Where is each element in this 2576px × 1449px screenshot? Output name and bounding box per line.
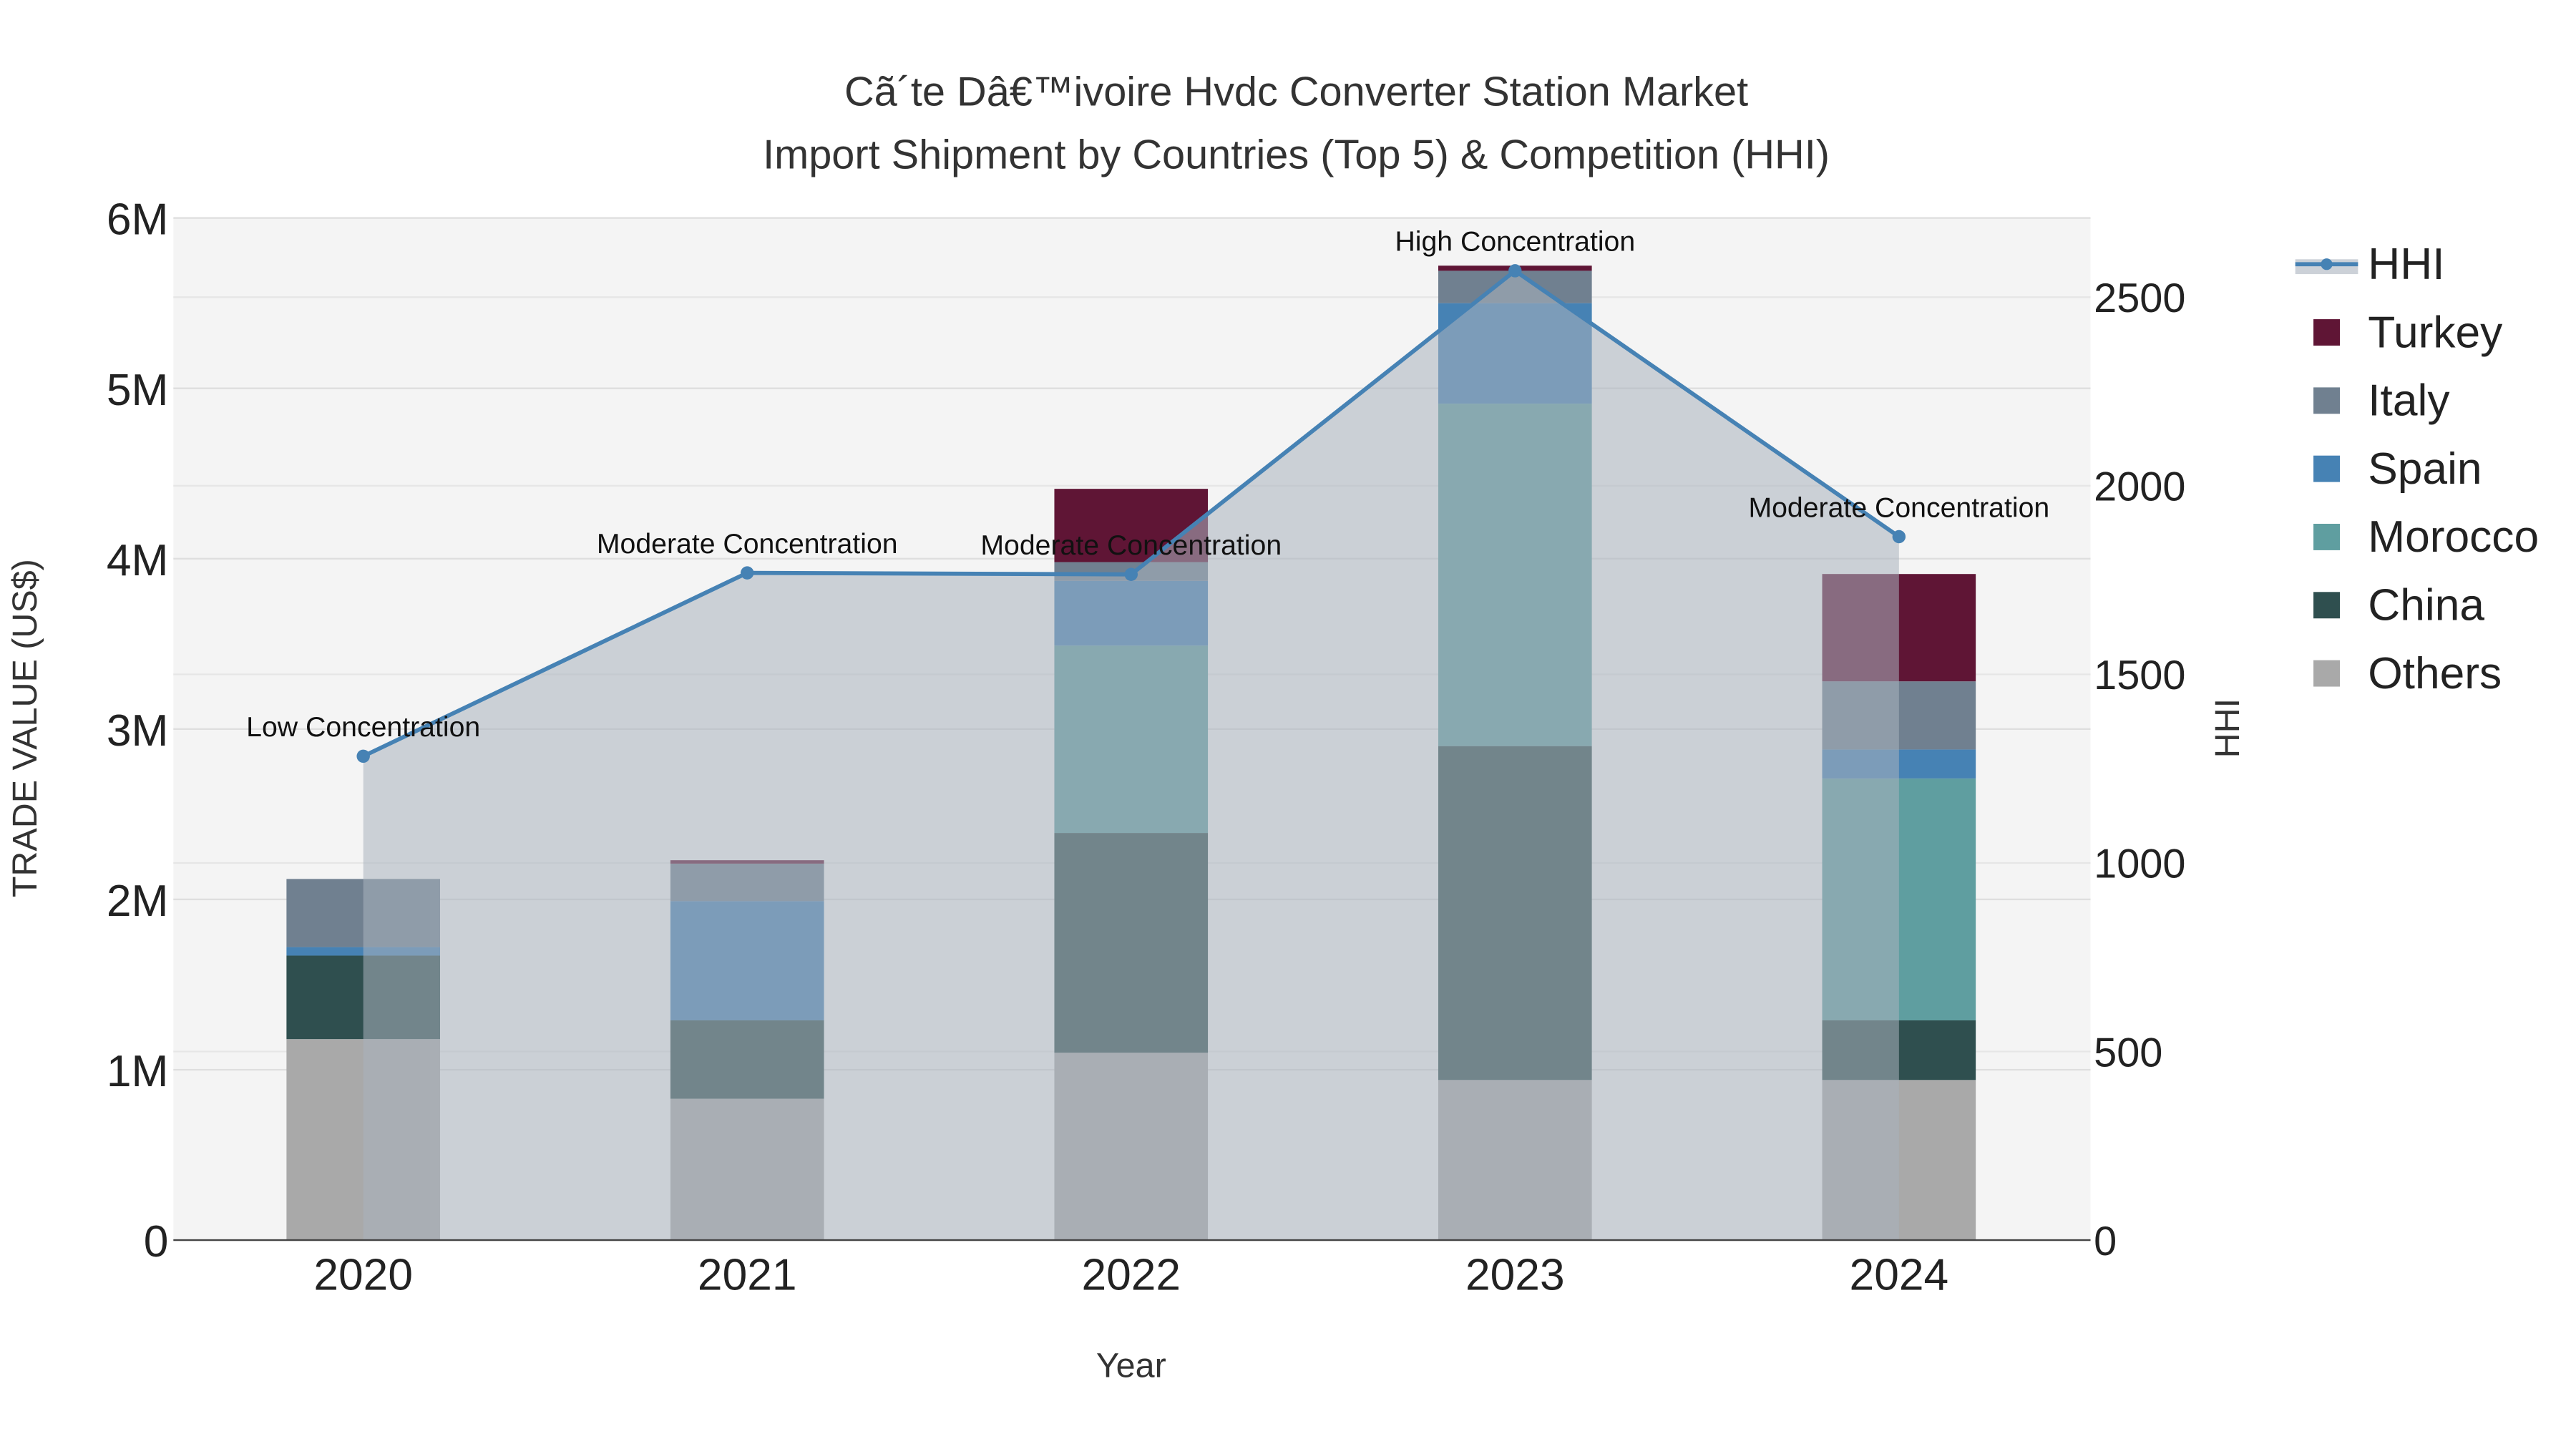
hhi-point-2024: [1892, 530, 1906, 544]
y-tick-label: 2M: [107, 877, 169, 926]
legend-swatch: [2313, 524, 2340, 550]
y2-tick-label: 1500: [2094, 653, 2185, 698]
legend-label: China: [2368, 581, 2484, 630]
hhi-point-2021: [741, 566, 754, 580]
hhi-point-2022: [1124, 567, 1138, 581]
x-tick-label: 2024: [1850, 1250, 1949, 1299]
y2-tick-label: 2500: [2094, 275, 2185, 321]
legend-item-turkey[interactable]: Turkey: [2313, 308, 2503, 357]
hhi-point-2023: [1508, 264, 1522, 278]
x-tick-label: 2021: [698, 1250, 797, 1299]
y-tick-label: 5M: [107, 366, 169, 415]
x-tick-label: 2020: [313, 1250, 413, 1299]
y-tick-label: 0: [144, 1217, 169, 1267]
legend-label: Italy: [2368, 376, 2450, 426]
legend-item-italy[interactable]: Italy: [2313, 376, 2450, 426]
y2-tick-label: 500: [2094, 1030, 2162, 1075]
chart-title: Cã´te Dâ€™ivoire Hvdc Converter Station …: [844, 69, 1748, 115]
y2-axis-label: HHI: [2208, 698, 2247, 758]
x-tick-label: 2023: [1465, 1250, 1565, 1299]
legend-label: Spain: [2368, 444, 2482, 494]
legend-label: Turkey: [2368, 308, 2503, 357]
legend-item-hhi[interactable]: HHI: [2295, 240, 2445, 289]
y-tick-label: 3M: [107, 706, 169, 756]
hhi-annotation: Low Concentration: [246, 711, 480, 743]
hhi-annotation: Moderate Concentration: [597, 528, 898, 560]
hhi-annotation: Moderate Concentration: [980, 530, 1282, 561]
legend-swatch: [2313, 455, 2340, 482]
chart: Cã´te Dâ€™ivoire Hvdc Converter Station …: [6, 69, 2539, 1385]
x-tick-label: 2022: [1081, 1250, 1181, 1299]
legend-item-spain[interactable]: Spain: [2313, 444, 2482, 494]
y-tick-label: 4M: [107, 536, 169, 585]
legend-swatch: [2313, 660, 2340, 687]
legend-label: Morocco: [2368, 512, 2539, 562]
legend-item-others[interactable]: Others: [2313, 649, 2502, 698]
legend-swatch: [2313, 387, 2340, 414]
y2-tick-label: 1000: [2094, 841, 2185, 887]
legend-item-morocco[interactable]: Morocco: [2313, 512, 2539, 562]
hhi-annotation: High Concentration: [1395, 226, 1635, 258]
y2-tick-label: 0: [2094, 1219, 2117, 1264]
y-tick-label: 6M: [107, 195, 169, 245]
legend-item-china[interactable]: China: [2313, 581, 2484, 630]
hhi-annotation: Moderate Concentration: [1748, 492, 2049, 523]
legend-swatch: [2313, 319, 2340, 346]
x-axis-label: Year: [1096, 1347, 1166, 1385]
y-tick-label: 1M: [107, 1047, 169, 1096]
legend-swatch: [2313, 592, 2340, 619]
legend-label: HHI: [2368, 240, 2444, 289]
y-axis-label: TRADE VALUE (US$): [6, 559, 44, 897]
y2-tick-label: 2000: [2094, 464, 2185, 510]
chart-subtitle: Import Shipment by Countries (Top 5) & C…: [763, 132, 1830, 177]
hhi-point-2020: [356, 749, 370, 763]
legend-label: Others: [2368, 649, 2502, 698]
legend-swatch-marker: [2321, 258, 2333, 270]
